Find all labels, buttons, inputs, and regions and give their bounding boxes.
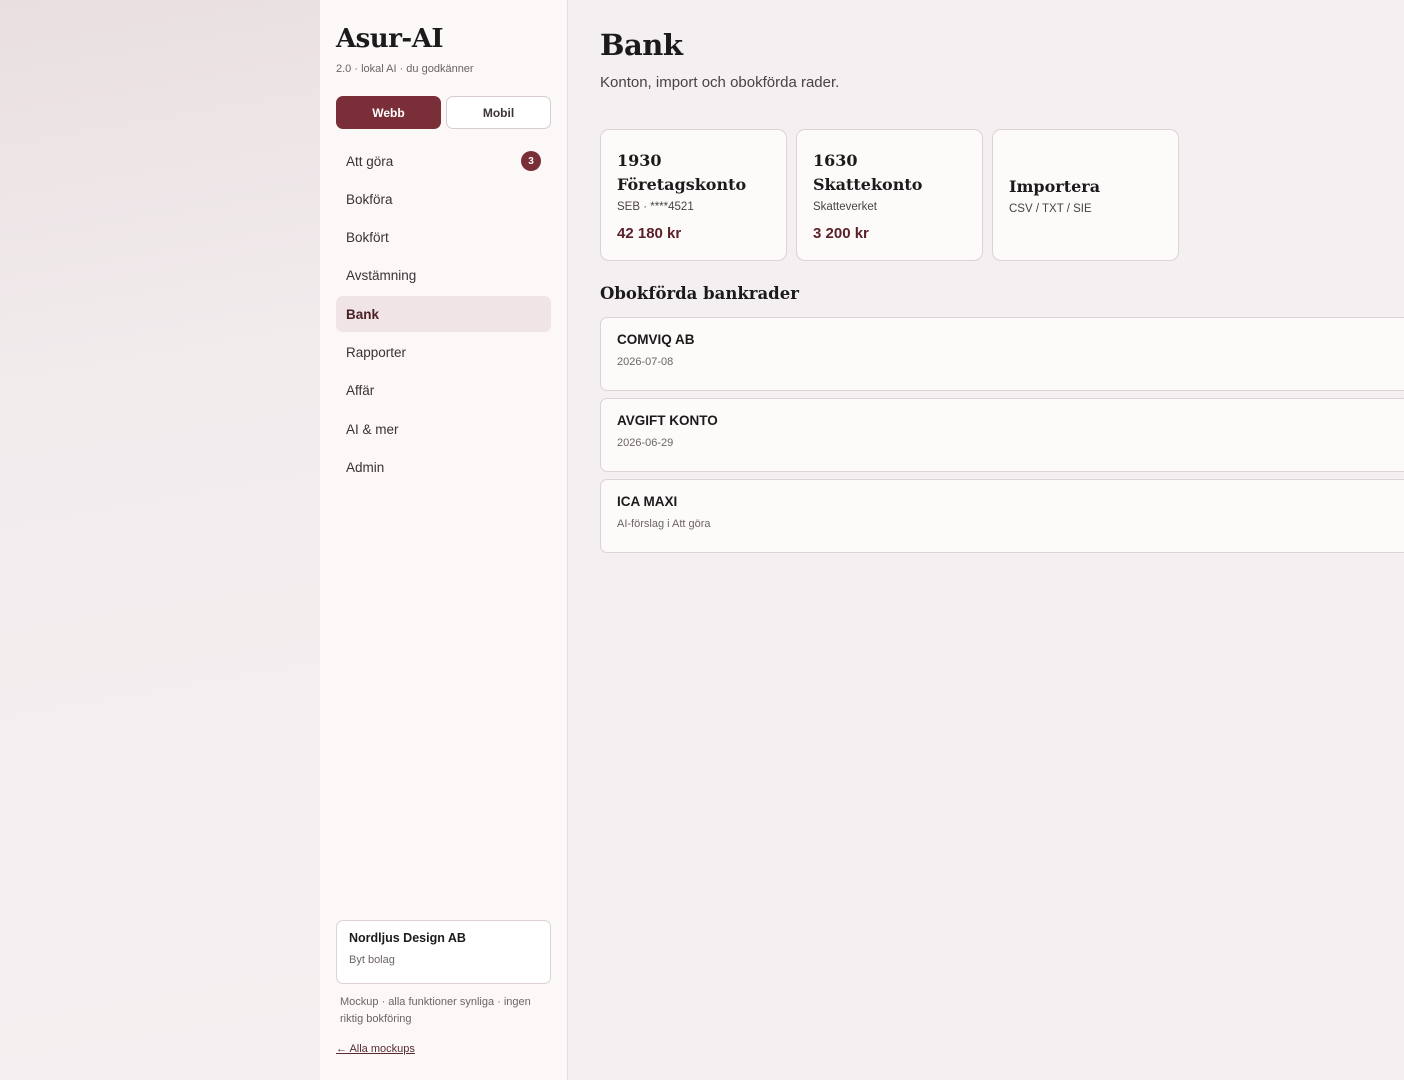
section-title: Obokförda bankrader	[600, 284, 799, 303]
sidebar-item-label: Rapporter	[346, 344, 407, 360]
account-card-foretagskonto[interactable]: 1930 Företagskonto SEB · ****4521 42 180…	[600, 129, 787, 261]
switch-company-label: Byt bolag	[349, 954, 395, 966]
sidebar-item-avstamning[interactable]: Avstämning	[336, 258, 551, 294]
card-subtitle: SEB · ****4521	[617, 200, 694, 213]
row-title: ICA MAXI	[617, 494, 678, 509]
mobile-view-button[interactable]: Mobil	[446, 96, 551, 129]
page-title: Bank	[600, 28, 683, 62]
sidebar-item-rapporter[interactable]: Rapporter	[336, 334, 551, 370]
app-title: Asur-AI	[336, 24, 444, 54]
card-title: 1930 Företagskonto	[617, 150, 747, 194]
card-balance: 42 180 kr	[617, 224, 682, 242]
sidebar-item-label: Att göra	[346, 153, 394, 169]
sidebar-item-att-gora[interactable]: Att göra 3	[336, 143, 551, 179]
account-cards: 1930 Företagskonto SEB · ****4521 42 180…	[600, 129, 1179, 261]
sidebar-item-label: Bokföra	[346, 191, 393, 207]
sidebar-item-bokfora[interactable]: Bokföra	[336, 181, 551, 217]
background-panel	[0, 0, 320, 1080]
card-title: Importera	[1009, 177, 1101, 196]
sidebar-item-bokfort[interactable]: Bokfört	[336, 220, 551, 256]
unbooked-bank-rows: COMVIQ AB 2026-07-08 AVGIFT KONTO 2026-0…	[600, 317, 1404, 560]
mockup-note: Mockup · alla funktioner synliga · ingen…	[340, 996, 531, 1025]
card-title: 1630 Skattekonto	[813, 150, 923, 194]
list-item[interactable]: COMVIQ AB 2026-07-08	[600, 317, 1404, 391]
card-subtitle: Skatteverket	[813, 200, 877, 213]
view-toggle: Webb Mobil	[336, 96, 551, 129]
sidebar: Asur-AI 2.0 · lokal AI · du godkänner We…	[320, 0, 568, 1080]
list-item[interactable]: AVGIFT KONTO 2026-06-29	[600, 398, 1404, 472]
sidebar-item-label: AI & mer	[346, 421, 399, 437]
sidebar-nav: Att göra 3 Bokföra Bokfört Avstämning Ba…	[336, 143, 551, 488]
row-subtitle: 2026-06-29	[617, 437, 674, 449]
sidebar-item-ai-mer[interactable]: AI & mer	[336, 411, 551, 447]
list-item[interactable]: ICA MAXI AI-förslag i Att göra	[600, 479, 1404, 553]
sidebar-item-bank[interactable]: Bank	[336, 296, 551, 333]
import-card[interactable]: Importera CSV / TXT / SIE	[992, 129, 1179, 261]
row-subtitle: 2026-07-08	[617, 356, 674, 368]
todo-count-badge: 3	[521, 151, 541, 171]
sidebar-item-label: Admin	[346, 459, 385, 475]
sidebar-item-admin[interactable]: Admin	[336, 449, 551, 485]
card-balance: 3 200 kr	[813, 224, 869, 242]
sidebar-item-affar[interactable]: Affär	[336, 373, 551, 409]
row-title: AVGIFT KONTO	[617, 413, 718, 428]
sidebar-item-label: Bokfört	[346, 230, 389, 246]
all-mockups-link[interactable]: ← Alla mockups	[336, 1043, 415, 1055]
company-switcher[interactable]: Nordljus Design AB Byt bolag	[336, 920, 551, 984]
sidebar-item-label: Bank	[346, 306, 380, 322]
web-view-button[interactable]: Webb	[336, 96, 441, 129]
sidebar-item-label: Affär	[346, 383, 375, 399]
company-name: Nordljus Design AB	[349, 931, 466, 945]
sidebar-item-label: Avstämning	[346, 268, 417, 284]
row-title: COMVIQ AB	[617, 332, 695, 347]
app-subtitle: 2.0 · lokal AI · du godkänner	[336, 63, 474, 75]
row-subtitle: AI-förslag i Att göra	[617, 518, 711, 530]
account-card-skattekonto[interactable]: 1630 Skattekonto Skatteverket 3 200 kr	[796, 129, 983, 261]
page-subtitle: Konton, import och obokförda rader.	[600, 74, 840, 91]
main-content: Bank Konton, import och obokförda rader.…	[568, 0, 1404, 1080]
card-subtitle: CSV / TXT / SIE	[1009, 203, 1092, 215]
